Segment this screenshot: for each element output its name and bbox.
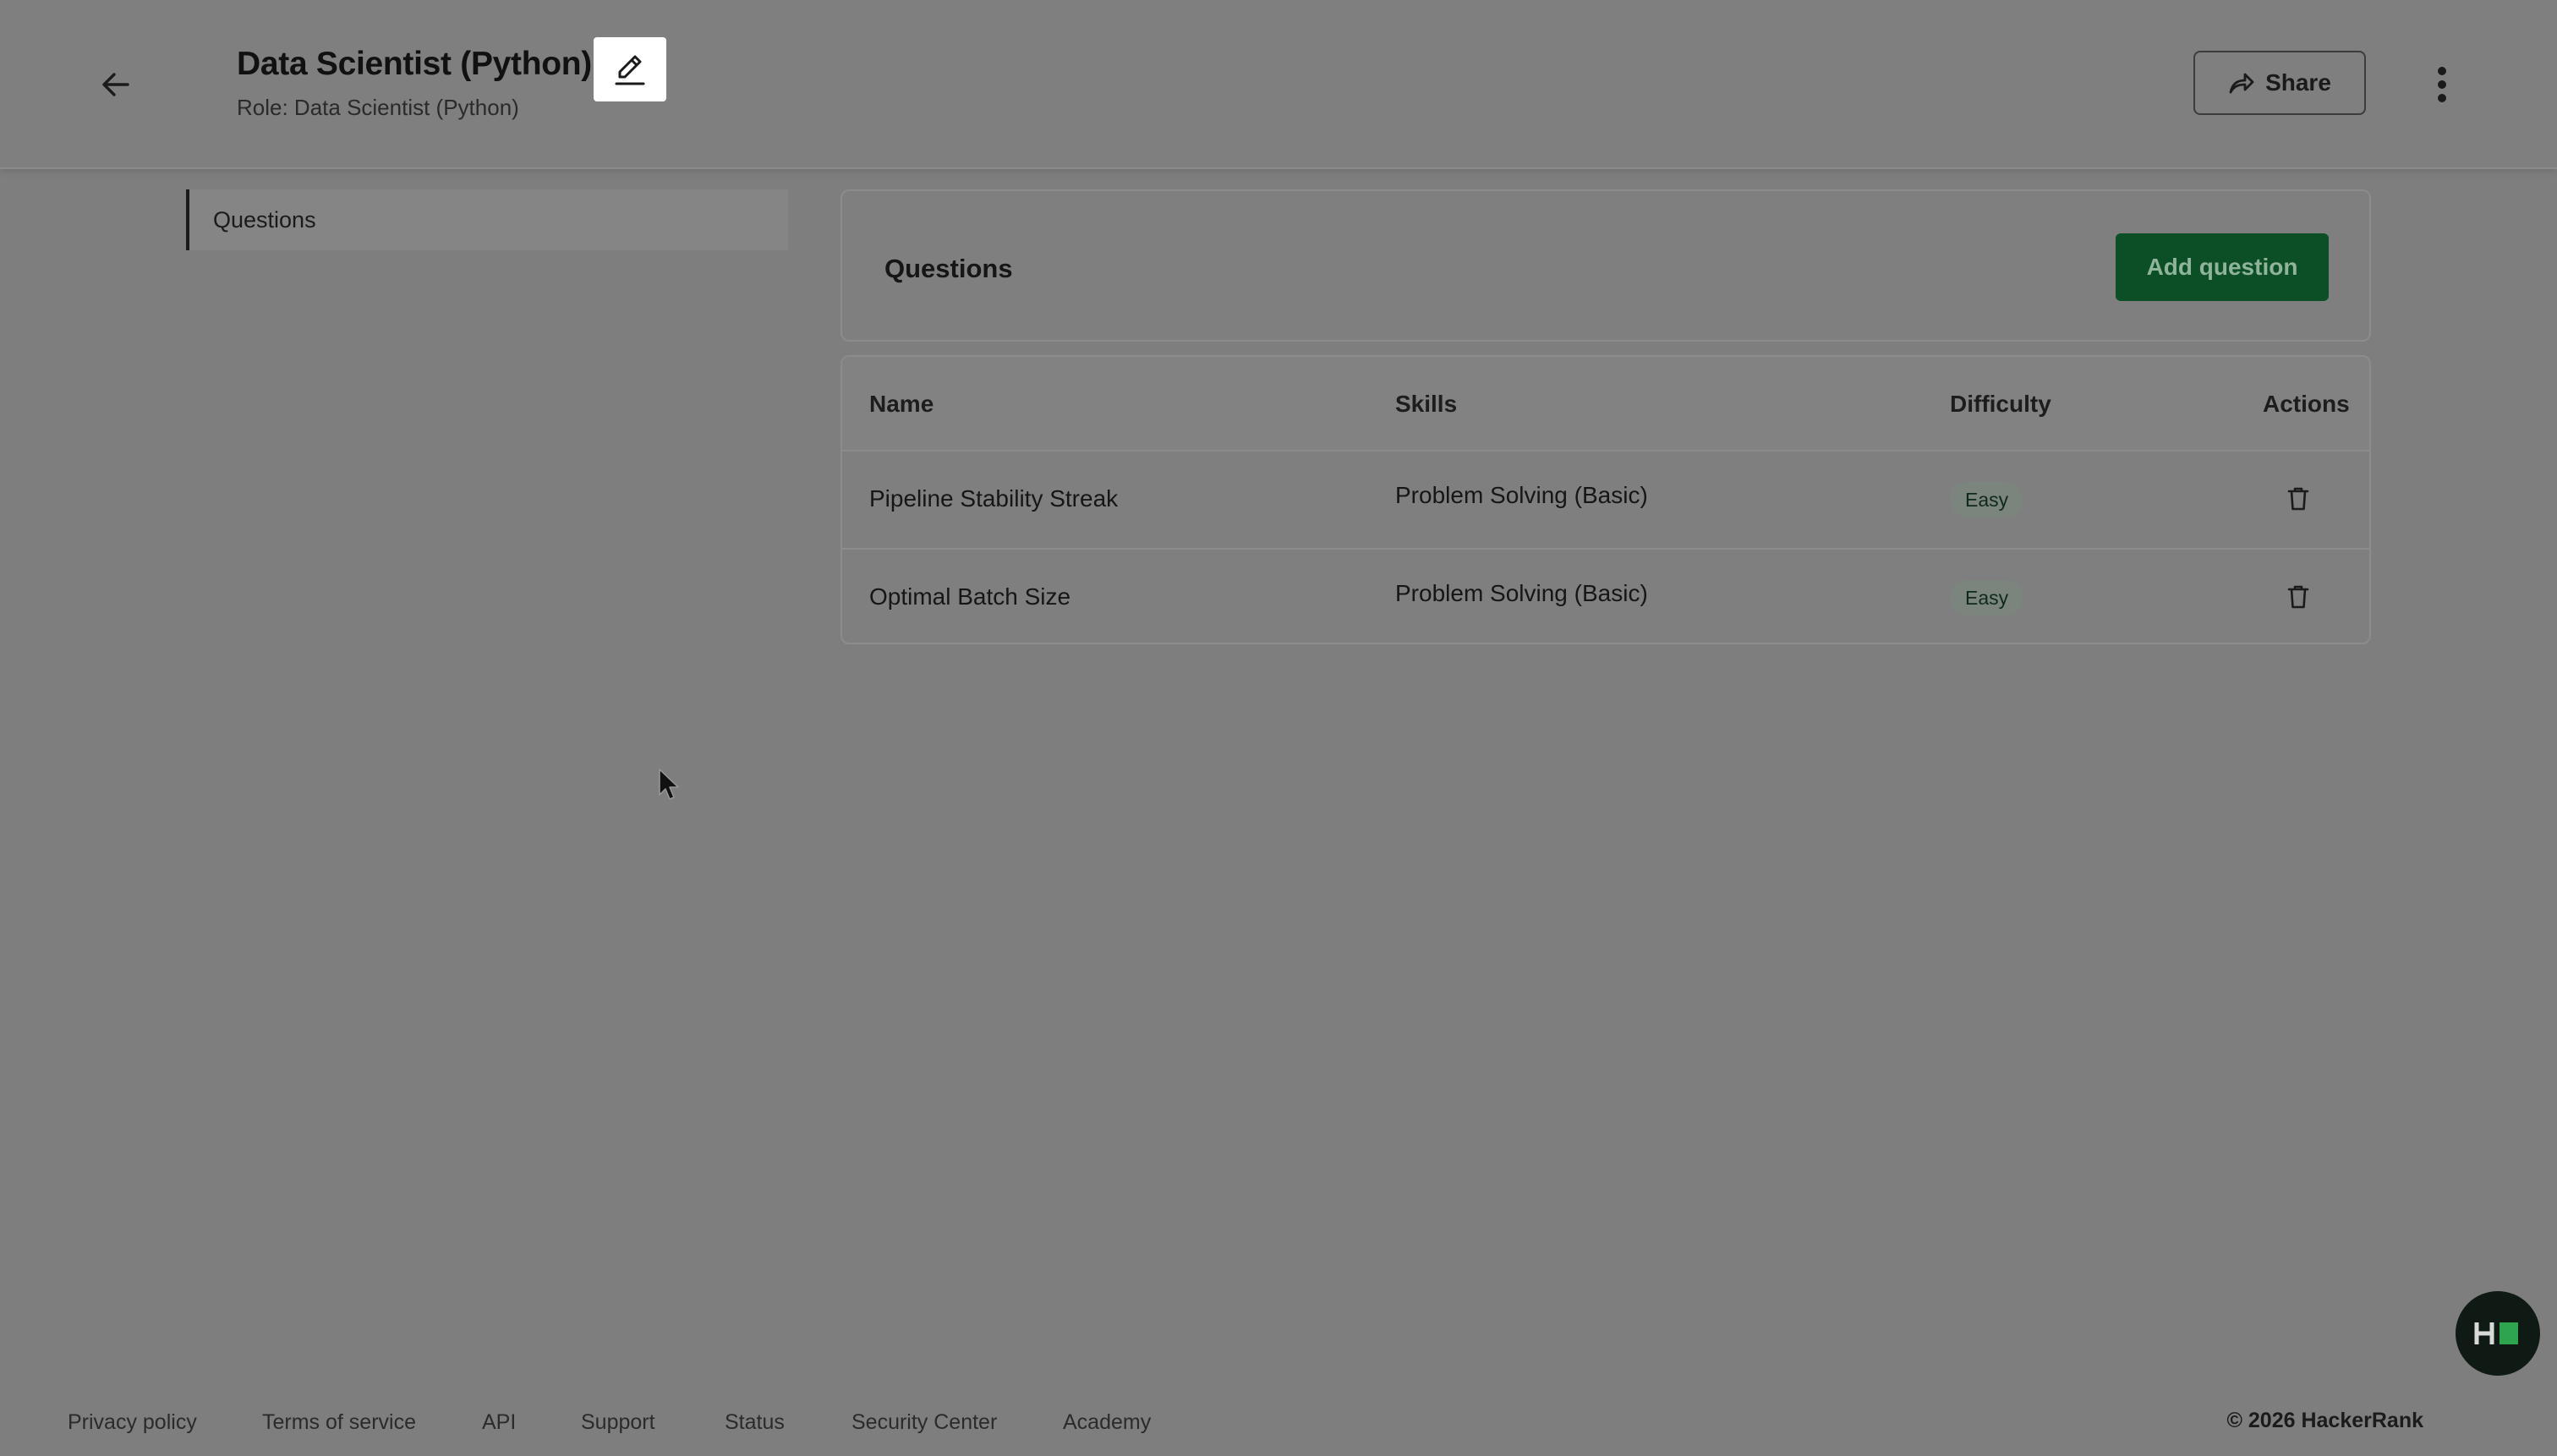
table-row[interactable]: Pipeline Stability Streak Problem Solvin… (842, 452, 2369, 550)
column-header-actions: Actions (2263, 391, 2350, 417)
trash-icon (2287, 585, 2309, 609)
column-header-name[interactable]: Name (869, 391, 934, 418)
help-chat-button[interactable] (2456, 1291, 2540, 1376)
question-name[interactable]: Pipeline Stability Streak (869, 485, 1118, 512)
add-question-button-label: Add question (2146, 254, 2298, 280)
difficulty-badge: Easy (1950, 482, 2024, 517)
delete-question-button[interactable] (2280, 480, 2317, 517)
column-header-skills[interactable]: Skills (1395, 391, 1457, 418)
page-title: Data Scientist (Python) (237, 46, 592, 82)
share-button[interactable]: Share (2193, 51, 2366, 115)
add-question-button[interactable]: Add question (2116, 233, 2329, 301)
kebab-menu-icon (2438, 67, 2446, 102)
question-name[interactable]: Optimal Batch Size (869, 583, 1070, 610)
pencil-icon (615, 55, 645, 85)
sidebar-item-label: Questions (213, 206, 316, 233)
table-header: Name Skills Difficulty Actions (842, 357, 2369, 452)
question-skills: Problem Solving (Basic) (1395, 482, 1648, 508)
questions-panel: Questions Add question (840, 189, 2371, 342)
question-skills: Problem Solving (Basic) (1395, 580, 1648, 606)
footer-link-terms[interactable]: Terms of service (262, 1410, 416, 1435)
footer-link-status[interactable]: Status (725, 1410, 785, 1435)
trash-icon (2287, 487, 2309, 511)
hackerrank-logo-icon (2474, 1322, 2518, 1344)
page-header: Data Scientist (Python) Role: Data Scien… (0, 0, 2557, 169)
edit-title-button[interactable] (594, 37, 666, 101)
back-button[interactable] (90, 59, 140, 110)
sidebar-item-questions[interactable]: Questions (186, 189, 788, 250)
share-button-label: Share (2265, 69, 2331, 96)
footer-link-support[interactable]: Support (581, 1410, 655, 1435)
page-subtitle: Role: Data Scientist (Python) (237, 95, 519, 120)
share-arrow-icon (2229, 73, 2254, 94)
footer-link-api[interactable]: API (482, 1410, 516, 1435)
table-row[interactable]: Optimal Batch Size Problem Solving (Basi… (842, 550, 2369, 643)
mouse-cursor-icon (659, 769, 679, 800)
footer-link-security-center[interactable]: Security Center (851, 1410, 997, 1435)
footer-link-academy[interactable]: Academy (1063, 1410, 1151, 1435)
footer-copyright: © 2026 HackerRank (2226, 1409, 2423, 1432)
delete-question-button[interactable] (2280, 578, 2317, 616)
questions-panel-title: Questions (884, 254, 1013, 283)
footer-link-privacy[interactable]: Privacy policy (68, 1410, 197, 1435)
more-options-button[interactable] (2422, 59, 2462, 110)
column-header-difficulty[interactable]: Difficulty (1950, 391, 2051, 418)
questions-table: Name Skills Difficulty Actions Pipeline … (840, 355, 2371, 644)
arrow-left-icon (102, 73, 129, 96)
difficulty-badge: Easy (1950, 580, 2024, 616)
